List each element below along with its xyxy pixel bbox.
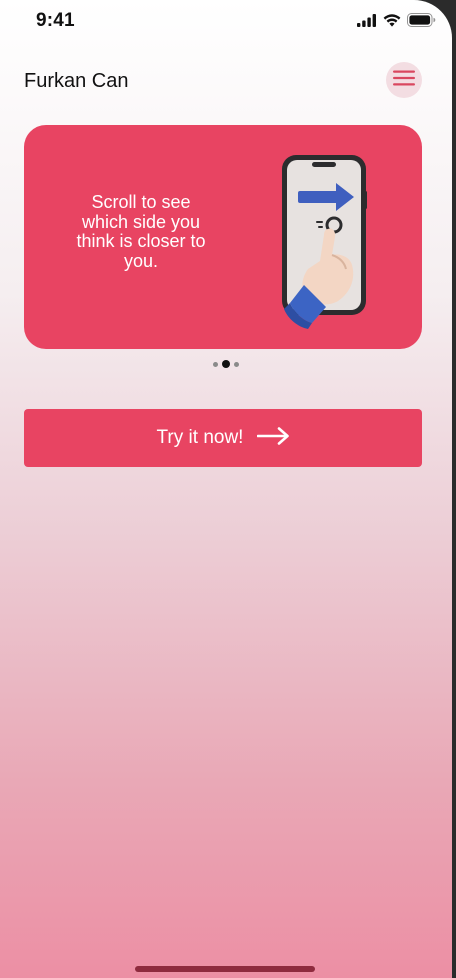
hamburger-menu-icon xyxy=(393,70,415,91)
home-indicator[interactable] xyxy=(135,966,315,972)
banner-text: Scroll to see which side you think is cl… xyxy=(76,192,206,271)
header: Furkan Can xyxy=(24,62,422,100)
user-name: Furkan Can xyxy=(24,70,129,92)
page-dot-active[interactable] xyxy=(222,360,230,368)
status-icons xyxy=(357,13,436,32)
try-it-now-button[interactable]: Try it now! xyxy=(24,409,422,467)
app-screen: 9:41 Furkan Can Scroll to see which side… xyxy=(0,0,452,978)
status-time: 9:41 xyxy=(36,10,75,31)
status-bar: 9:41 xyxy=(0,0,452,44)
page-dot[interactable] xyxy=(213,361,218,367)
page-indicator xyxy=(0,360,452,368)
menu-button[interactable] xyxy=(386,62,422,98)
arrow-right-icon xyxy=(257,426,290,450)
battery-icon xyxy=(407,13,436,32)
try-it-now-label: Try it now! xyxy=(156,427,244,448)
page-dot[interactable] xyxy=(234,361,239,367)
onboarding-banner-card[interactable]: Scroll to see which side you think is cl… xyxy=(24,125,422,349)
wifi-icon xyxy=(383,13,401,32)
hand-swipe-phone-icon xyxy=(260,151,400,336)
cellular-signal-icon xyxy=(357,13,377,32)
